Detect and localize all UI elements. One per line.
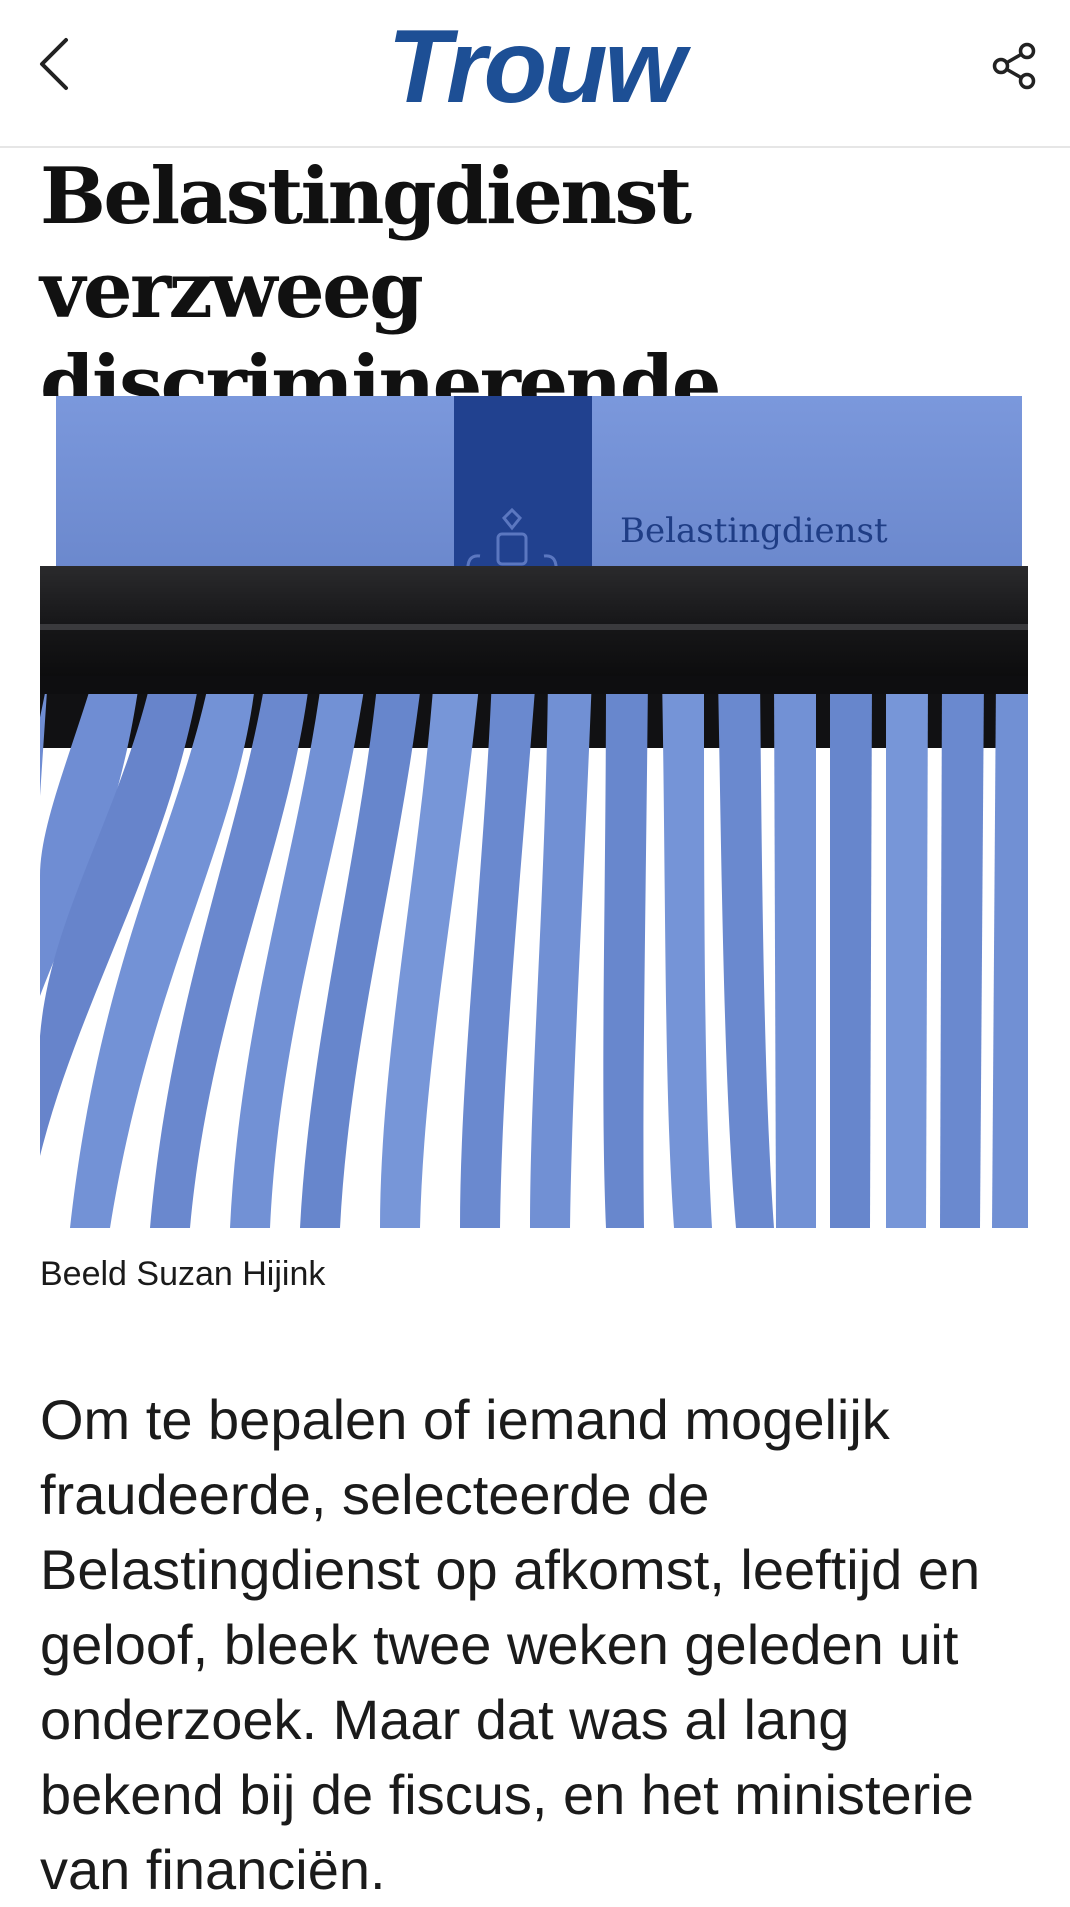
shredded-envelope-illustration: Belastingdienst [40,396,1028,1228]
shredder [40,566,1028,676]
trouw-logo[interactable]: Trouw [0,14,1070,120]
envelope-label: Belastingdienst [620,511,888,551]
share-button[interactable] [982,34,1046,98]
article-intro: Om te bepalen of iemand mogelijk fraudee… [40,1388,981,1901]
share-icon [992,42,1036,90]
top-navigation-bar: Trouw [0,0,1070,148]
image-caption: Beeld Suzan Hijink [40,1255,326,1293]
article-hero-image: Belastingdienst [40,396,1028,1228]
